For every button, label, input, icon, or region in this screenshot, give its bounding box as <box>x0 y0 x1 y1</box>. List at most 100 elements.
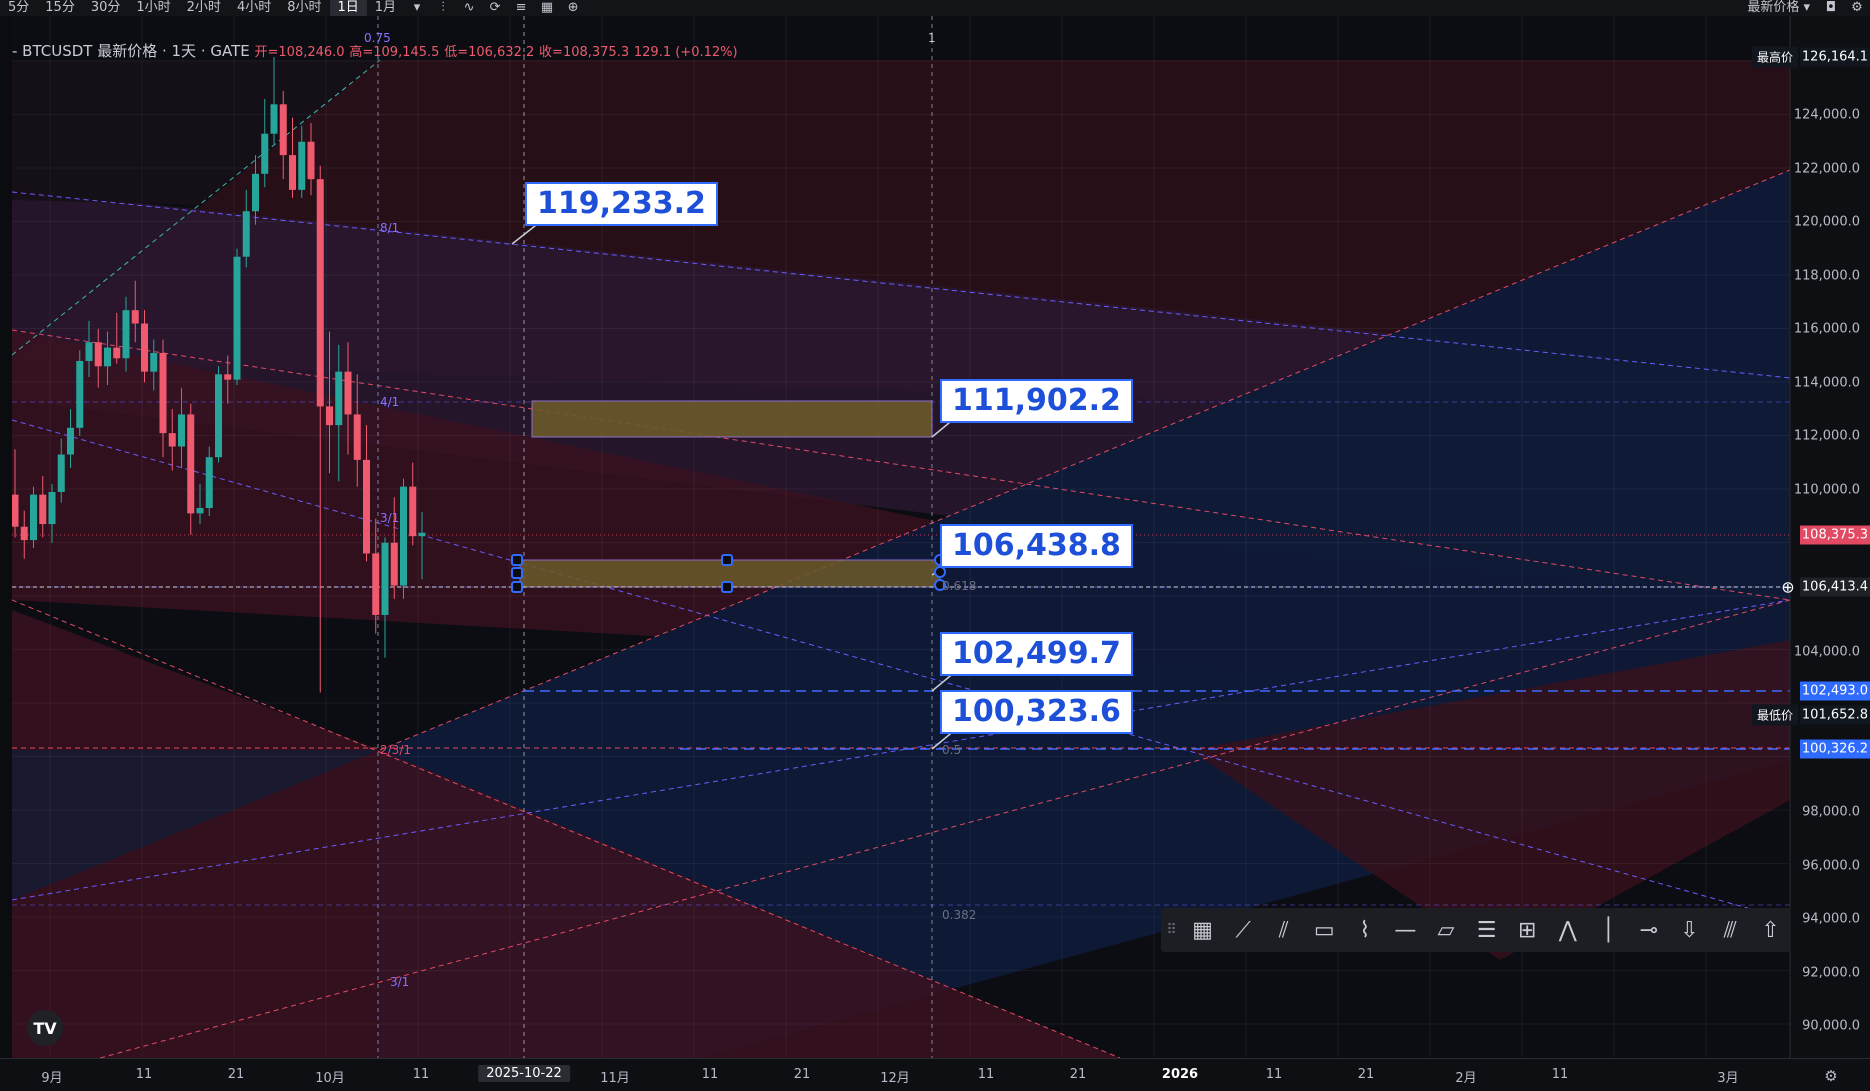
timeframe-3[interactable]: 1小时 <box>128 0 178 16</box>
timeframe-8[interactable]: 1月 <box>367 0 404 16</box>
price-tag-cursor: 106,413.4 <box>1800 577 1870 597</box>
candle-body <box>335 371 343 426</box>
parallel-lines-icon[interactable]: ☰ <box>1466 908 1507 952</box>
time-axis-label: 11月 <box>600 1071 630 1086</box>
elliott-wave-icon[interactable]: ⋀ <box>1547 908 1588 952</box>
tradingview-logo[interactable]: TV <box>27 1010 63 1046</box>
fib-label: 2/3/1 <box>380 743 411 757</box>
candle-body <box>67 427 74 455</box>
time-axis-label: 9月 <box>41 1071 63 1086</box>
fan-icon[interactable]: ⫽ <box>1263 908 1304 952</box>
price-tag-low: 101,652.8 <box>1800 705 1870 725</box>
time-axis-label: 21 <box>1069 1067 1087 1082</box>
time-axis-label: 11 <box>1265 1067 1283 1082</box>
callout-111902[interactable]: 111,902.2 <box>940 379 1133 423</box>
time-axis-label: 10月 <box>315 1071 345 1086</box>
price-axis-label: 116,000.0 <box>1793 321 1860 337</box>
trend-line-icon[interactable]: ⟋ <box>1223 908 1264 952</box>
path-icon[interactable]: ⌇ <box>1345 908 1386 952</box>
callout-100323[interactable]: 100,323.6 <box>940 690 1133 734</box>
price-tag-level-2: 100,326.2 <box>1800 739 1870 759</box>
candle-body <box>48 491 56 525</box>
price-axis-label: 124,000.0 <box>1793 107 1860 123</box>
axis-settings-icon[interactable]: ⚙ <box>1824 1067 1837 1085</box>
price-axis-label: 118,000.0 <box>1793 268 1860 284</box>
timeframe-0[interactable]: 5分 <box>0 0 37 16</box>
candle-body <box>233 256 241 380</box>
grid-icon[interactable]: ▦ <box>1182 908 1223 952</box>
candle-body <box>215 374 222 458</box>
fib-label: 0.5 <box>942 743 961 757</box>
resistance-zone[interactable] <box>531 400 933 438</box>
low-value: 低=106,632.2 <box>444 45 535 60</box>
time-axis-label: 3月 <box>1717 1071 1739 1086</box>
time-axis[interactable]: 9月 11 21 10月 11 2025-10-22 11月 11 21 12月 11 21 2026 1… <box>0 1058 1870 1091</box>
time-axis-label: 21 <box>1357 1067 1375 1082</box>
horizontal-ray-icon[interactable]: ⊸ <box>1629 908 1670 952</box>
timeframe-5[interactable]: 4小时 <box>229 0 279 16</box>
callout-icon[interactable]: ▱ <box>1426 908 1467 952</box>
rectangle-icon[interactable]: ▭ <box>1304 908 1345 952</box>
price-axis-label: 114,000.0 <box>1793 375 1860 391</box>
timeframe-7[interactable]: 1日 <box>329 0 367 16</box>
candle-body <box>131 310 139 324</box>
fib-label: 1 <box>928 31 936 45</box>
callout-102499[interactable]: 102,499.7 <box>940 632 1133 676</box>
add-alert-icon[interactable]: ⊕ <box>1776 576 1800 599</box>
timeframe-1[interactable]: 15分 <box>37 0 83 16</box>
candle-body <box>298 141 306 190</box>
candle-body <box>252 173 259 212</box>
arrow-up-icon[interactable]: ⇧ <box>1750 908 1791 952</box>
vertical-line-icon[interactable]: │ <box>1588 908 1629 952</box>
high-value: 高=109,145.5 <box>349 45 440 60</box>
callout-119233[interactable]: 119,233.2 <box>525 182 718 226</box>
top-toolbar: 5分 15分 30分 1小时 2小时 4小时 8小时 1日 1月 ▾ ⫶ ∿ ⟳ ≡ ▦ ⊕ 最新价格 ▾ ◘ ⚙ <box>0 0 1870 16</box>
candle-type-icon[interactable]: ⫶ <box>430 0 456 16</box>
time-axis-label: 11 <box>977 1067 995 1082</box>
close-value: 收=108,375.3 <box>539 45 630 60</box>
candle-body <box>326 406 333 426</box>
add-icon[interactable]: ⊕ <box>560 0 586 16</box>
price-tag-high: 126,164.1 <box>1800 47 1870 67</box>
candle-body <box>289 155 296 190</box>
candle-body <box>20 526 28 541</box>
timeframe-4[interactable]: 2小时 <box>179 0 229 16</box>
measure-icon[interactable]: ⊞ <box>1507 908 1548 952</box>
drag-handle-icon[interactable]: ⠿ <box>1161 908 1182 952</box>
candle-body <box>316 179 324 407</box>
candle-body <box>261 133 269 174</box>
candle-body <box>307 141 315 180</box>
time-axis-label: 12月 <box>880 1071 910 1086</box>
high-label-badge: 最高价 <box>1752 46 1798 68</box>
chevron-down-icon[interactable]: ▾ <box>404 0 430 16</box>
price-chart[interactable]: 0.75 1 8/1 4/1 3/1 2/3/1 3/1 0.618 0.5 0… <box>0 16 1870 1058</box>
candle-body <box>39 494 47 525</box>
timeframe-2[interactable]: 30分 <box>83 0 129 16</box>
candle-body <box>363 459 370 554</box>
price-tag-last: 108,375.3 <box>1800 525 1870 545</box>
gann-fan-icon[interactable]: ⫻ <box>1710 908 1751 952</box>
arrow-down-icon[interactable]: ⇩ <box>1669 908 1710 952</box>
price-axis-label: 92,000.0 <box>1802 965 1860 981</box>
gear-icon[interactable]: ⚙ <box>1844 0 1870 16</box>
timeframe-6[interactable]: 8小时 <box>279 0 329 16</box>
candle-body <box>224 374 232 380</box>
templates-icon[interactable]: ≡ <box>508 0 534 16</box>
callout-106438[interactable]: 106,438.8 <box>940 524 1133 568</box>
fib-label: 4/1 <box>380 395 399 409</box>
time-axis-label: 2025-10-22 <box>478 1065 570 1082</box>
indicators-icon[interactable]: ∿ <box>456 0 482 16</box>
price-type-select[interactable]: 最新价格 ▾ <box>1739 0 1818 16</box>
symbol-title: - BTCUSDT 最新价格 · 1天 · GATE <box>12 42 250 60</box>
candle-body <box>150 352 158 372</box>
layout-icon[interactable]: ▦ <box>534 0 560 16</box>
horizontal-line-icon[interactable]: — <box>1385 908 1426 952</box>
candle-body <box>381 542 389 615</box>
low-label-badge: 最低价 <box>1752 704 1798 726</box>
time-axis-label: 21 <box>227 1067 245 1082</box>
time-axis-label: 21 <box>793 1067 811 1082</box>
camera-icon[interactable]: ◘ <box>1818 0 1844 16</box>
candle-body <box>113 347 121 359</box>
replay-icon[interactable]: ⟳ <box>482 0 508 16</box>
candle-body <box>122 310 130 359</box>
